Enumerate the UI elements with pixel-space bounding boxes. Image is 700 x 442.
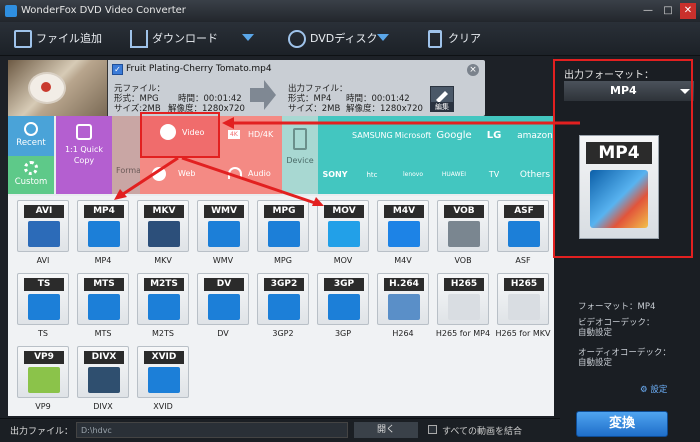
bottom-bar: 出力ファイル： D:\hdvc 開く すべての動画を結合: [0, 418, 560, 442]
open-folder-button[interactable]: 開く: [354, 422, 418, 438]
merge-label: すべての動画を結合: [442, 427, 523, 437]
output-path-label: 出力ファイル：: [10, 427, 74, 437]
convert-button[interactable]: 変換: [576, 411, 668, 437]
app-window: WonderFox DVD Video Converter — □ ✕ ファイル…: [0, 0, 700, 442]
annotation-arrows: [114, 117, 580, 206]
output-path-input[interactable]: D:\hdvc: [76, 422, 348, 438]
merge-checkbox[interactable]: [428, 425, 437, 434]
